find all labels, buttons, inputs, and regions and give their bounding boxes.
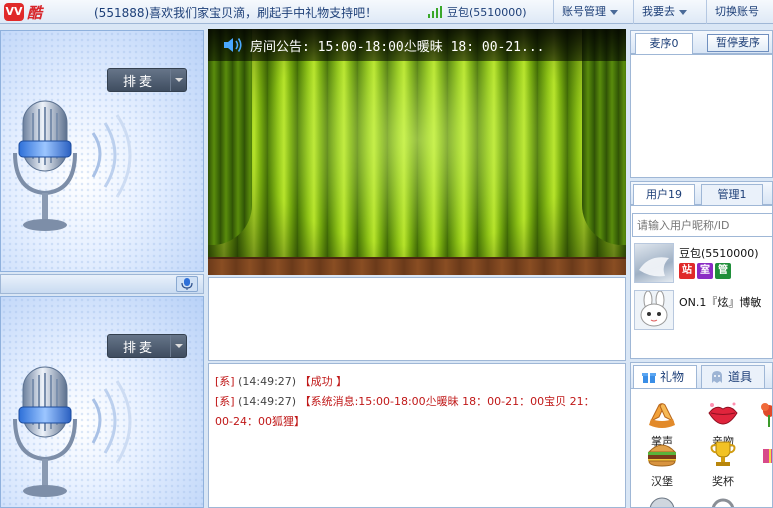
- logo-text: 酷: [27, 3, 43, 22]
- tab-props-label: 道具: [728, 370, 753, 384]
- logo-badge: VV: [4, 3, 24, 21]
- queue-mic-button-1[interactable]: 排麦: [107, 68, 187, 92]
- queue-mic-label: 排麦: [122, 340, 155, 356]
- account-menu-label: 账号管理: [562, 5, 606, 18]
- chat-text: 【系统消息:15:00-18:00尐暖昧 18：00-21：00宝贝 21：: [299, 395, 595, 408]
- chat-prefix: [系]: [215, 395, 235, 408]
- clock-icon: [643, 493, 681, 507]
- microphone-icon: [13, 366, 132, 497]
- gift-item[interactable]: 汉堡: [637, 437, 687, 489]
- microphone-icon: [13, 100, 132, 231]
- gift-tabs: 礼物 道具: [631, 363, 772, 389]
- chevron-down-icon: [679, 9, 687, 15]
- secondary-panel: [208, 277, 626, 361]
- user-name: 豆包(5510000): [679, 247, 759, 260]
- mic-toggle-icon[interactable]: [176, 276, 198, 292]
- gift-icon: [759, 437, 772, 471]
- mic-queue-list: [630, 54, 773, 178]
- tab-props[interactable]: 道具: [701, 365, 765, 388]
- tab-users[interactable]: 用户19: [633, 184, 695, 205]
- video-stage[interactable]: 房间公告: 15:00-18:00尐暖昧 18: 00-21...: [208, 29, 626, 275]
- lips-icon: [704, 397, 742, 431]
- pause-queue-button[interactable]: 暂停麦序: [707, 34, 769, 52]
- tab-mic-queue[interactable]: 麦序0: [635, 33, 693, 54]
- burger-icon: [643, 437, 681, 471]
- current-user-label: 豆包(5510000): [447, 6, 527, 19]
- badge-admin: 管: [715, 263, 731, 279]
- gift-item-partial[interactable]: [637, 493, 687, 507]
- mic-slot-2: 排麦: [0, 296, 204, 508]
- user-tabs: 用户19 管理1: [630, 181, 773, 205]
- gift-item-partial[interactable]: [759, 397, 772, 433]
- user-search-input[interactable]: [632, 213, 773, 237]
- gift-name: 奖杯: [712, 475, 734, 488]
- chevron-down-icon: [610, 9, 618, 15]
- room-announcement: 房间公告: 15:00-18:00尐暖昧 18: 00-21...: [208, 29, 626, 61]
- chevron-down-icon[interactable]: [170, 69, 186, 91]
- trophy-icon: [704, 437, 742, 471]
- chat-text: 00-24：00狐狸】: [215, 415, 305, 428]
- queue-tabs: 麦序0 暂停麦序: [630, 30, 773, 54]
- chat-prefix: [系]: [215, 375, 235, 388]
- avatar: [634, 243, 674, 283]
- right-drape: [582, 29, 626, 245]
- user-name: ОN.1『炫』博敏: [679, 296, 762, 309]
- switch-account-label: 切换账号: [715, 5, 759, 18]
- gift-panel: 礼物 道具 掌声 亲吻 汉堡 奖杯: [630, 362, 773, 508]
- tab-gifts-label: 礼物: [660, 370, 685, 384]
- chat-time: (14:49:27): [238, 375, 297, 388]
- marquee-text: (551888)喜欢我们家宝贝滴，刷起手中礼物支持吧！: [94, 6, 378, 20]
- mic-slot-1: 排麦: [0, 30, 204, 272]
- ghost-icon: [712, 371, 722, 383]
- gift-icon: [642, 373, 656, 383]
- signal-icon: [428, 6, 444, 18]
- queue-mic-button-2[interactable]: 排麦: [107, 334, 187, 358]
- announcement-text: 房间公告: 15:00-18:00尐暖昧 18: 00-21...: [250, 39, 545, 55]
- chat-message: [系] (14:49:27) 【系统消息:15:00-18:00尐暖昧 18：0…: [215, 392, 619, 412]
- gift-item[interactable]: 奖杯: [698, 437, 748, 489]
- user-list-item[interactable]: ОN.1『炫』博敏: [634, 290, 773, 332]
- top-bar: VV 酷 (551888)喜欢我们家宝贝滴，刷起手中礼物支持吧！ 豆包(5510…: [0, 0, 773, 24]
- tab-gifts[interactable]: 礼物: [633, 365, 697, 388]
- chat-message: [系] (14:49:27) 【成功 】: [215, 372, 619, 392]
- chat-log[interactable]: [系] (14:49:27) 【成功 】 [系] (14:49:27) 【系统消…: [208, 363, 626, 508]
- account-menu[interactable]: 账号管理: [553, 0, 628, 24]
- gift-name: 汉堡: [651, 475, 673, 488]
- flower-icon: [759, 397, 772, 431]
- clap-icon: [643, 397, 681, 431]
- ring-icon: [704, 493, 742, 507]
- chat-time: (14:49:27): [238, 395, 297, 408]
- stage-floor: [208, 257, 626, 275]
- app-logo: VV 酷: [4, 2, 42, 22]
- user-badges: 站 室 管: [679, 263, 731, 279]
- badge-station: 站: [679, 263, 695, 279]
- want-to-go-label: 我要去: [642, 5, 675, 18]
- gift-item-partial[interactable]: [759, 437, 772, 473]
- left-drape: [208, 29, 252, 245]
- switch-account-button[interactable]: 切换账号: [706, 0, 773, 24]
- chat-text: 【成功 】: [299, 375, 348, 388]
- speaker-icon: [224, 38, 242, 52]
- want-to-go-menu[interactable]: 我要去: [633, 0, 695, 24]
- user-list-item[interactable]: 豆包(5510000) 站 室 管: [634, 243, 773, 285]
- gift-item-partial[interactable]: [698, 493, 748, 507]
- chat-message: 00-24：00狐狸】: [215, 412, 619, 432]
- queue-mic-label: 排麦: [122, 74, 155, 90]
- badge-room: 室: [697, 263, 713, 279]
- avatar: [634, 290, 674, 330]
- chevron-down-icon[interactable]: [170, 335, 186, 357]
- mic-control-strip: [0, 274, 204, 294]
- tab-admins[interactable]: 管理1: [701, 184, 763, 205]
